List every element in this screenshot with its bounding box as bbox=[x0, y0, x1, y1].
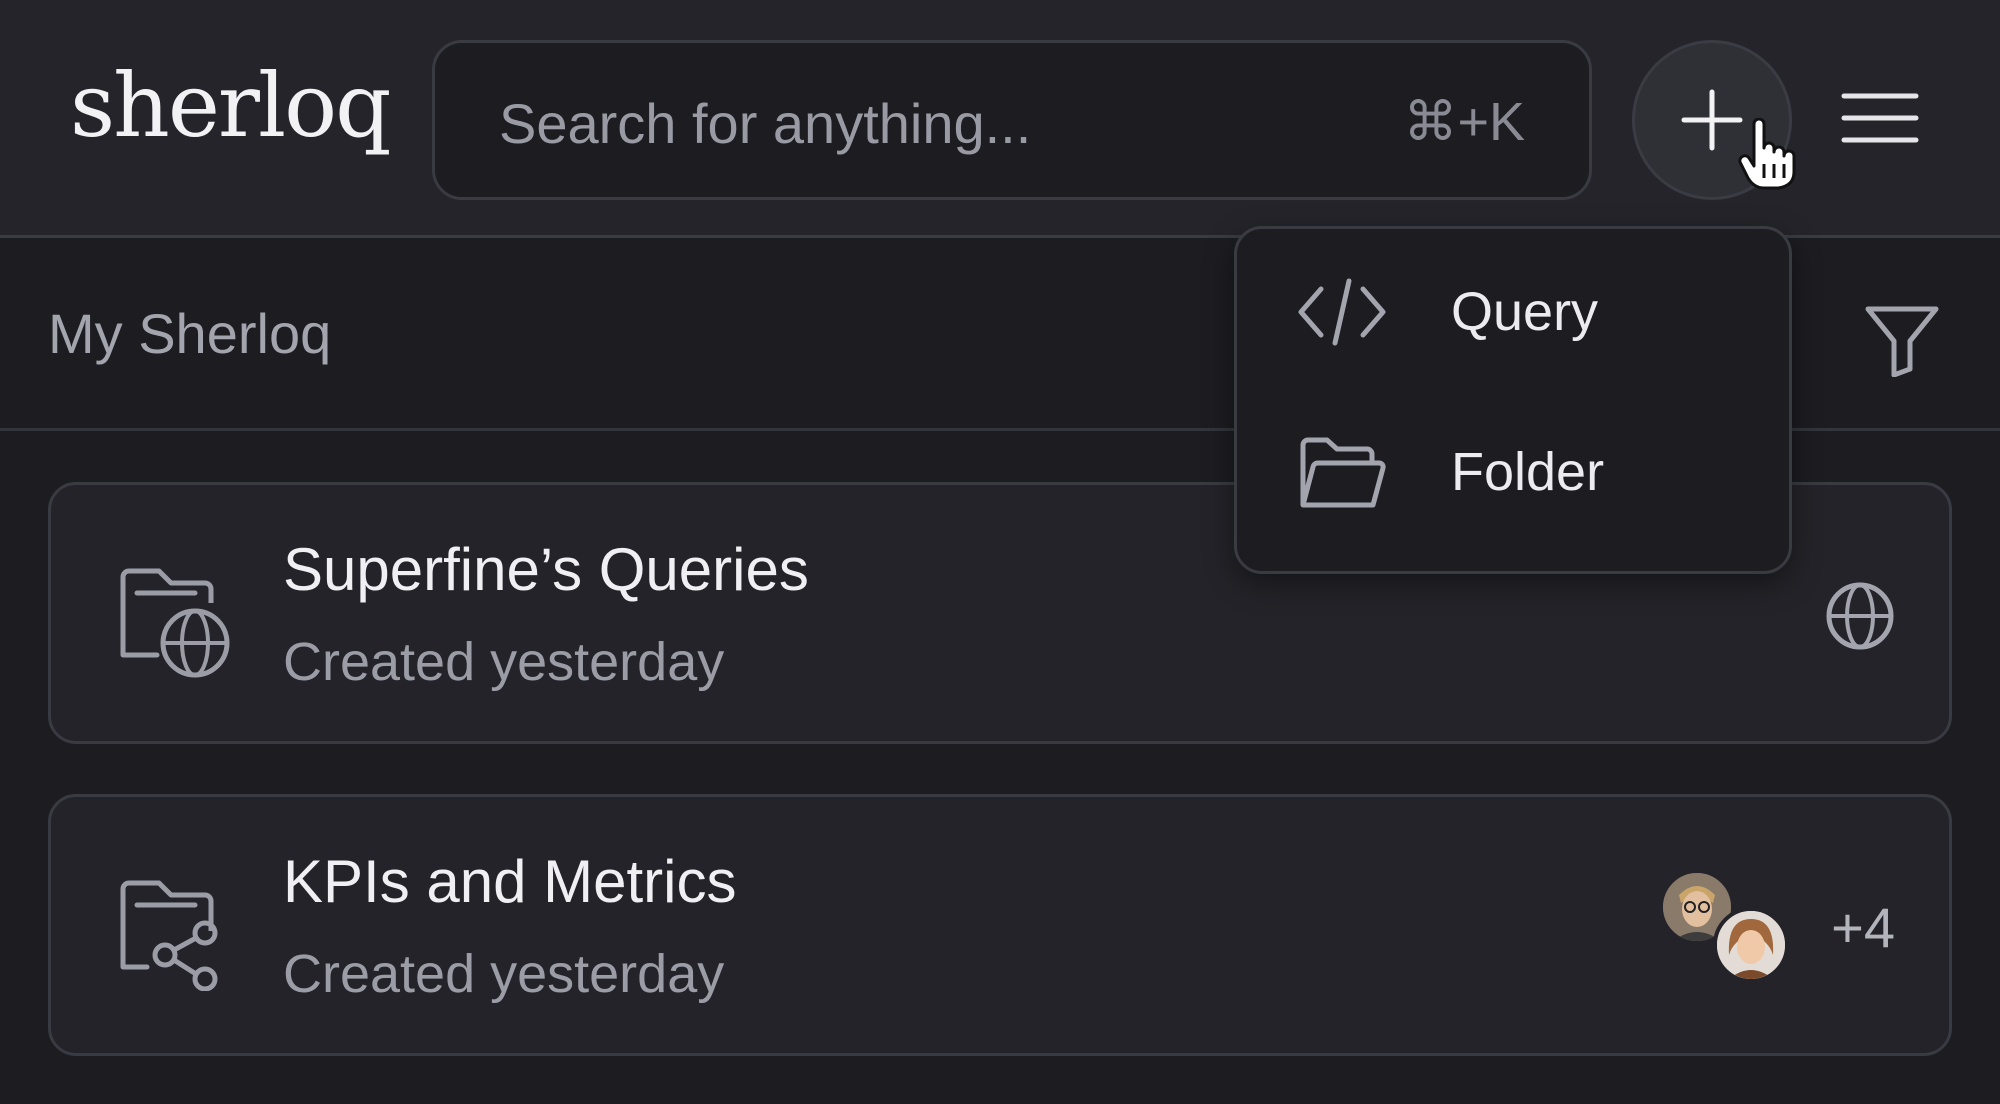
menu-item-label: Query bbox=[1451, 282, 1599, 342]
avatar bbox=[1713, 907, 1789, 983]
menu-item-query[interactable]: Query bbox=[1237, 237, 1789, 387]
filter-button[interactable] bbox=[1862, 303, 1942, 382]
add-dropdown-menu: Query Folder bbox=[1234, 226, 1792, 574]
globe-icon bbox=[1825, 581, 1895, 656]
top-header: sherloq Search for anything... ⌘+K bbox=[0, 0, 2000, 238]
search-input[interactable]: Search for anything... ⌘+K bbox=[432, 40, 1592, 200]
card-title: Superfine’s Queries bbox=[283, 536, 809, 603]
search-placeholder: Search for anything... bbox=[499, 92, 1032, 155]
card-subtitle: Created yesterday bbox=[283, 944, 725, 1004]
folder-globe-icon bbox=[115, 563, 235, 684]
extra-members-count: +4 bbox=[1831, 896, 1895, 959]
shared-users-avatars[interactable] bbox=[1659, 869, 1799, 989]
card-title: KPIs and Metrics bbox=[283, 848, 737, 915]
plus-icon bbox=[1681, 89, 1743, 151]
folder-open-icon bbox=[1297, 435, 1387, 518]
card-subtitle: Created yesterday bbox=[283, 632, 725, 692]
menu-item-folder[interactable]: Folder bbox=[1237, 397, 1789, 547]
folder-card[interactable]: KPIs and Metrics Created yesterday +4 bbox=[48, 794, 1952, 1056]
hand-cursor-icon bbox=[1738, 117, 1796, 195]
app-logo[interactable]: sherloq bbox=[70, 62, 391, 150]
search-shortcut-hint: ⌘+K bbox=[1403, 92, 1525, 152]
section-title: My Sherloq bbox=[48, 302, 332, 365]
menu-icon bbox=[1841, 93, 1919, 143]
hamburger-menu-button[interactable] bbox=[1840, 90, 1920, 146]
code-icon bbox=[1297, 275, 1387, 354]
filter-icon bbox=[1865, 306, 1939, 378]
menu-item-label: Folder bbox=[1451, 442, 1605, 502]
folder-share-icon bbox=[115, 875, 235, 996]
